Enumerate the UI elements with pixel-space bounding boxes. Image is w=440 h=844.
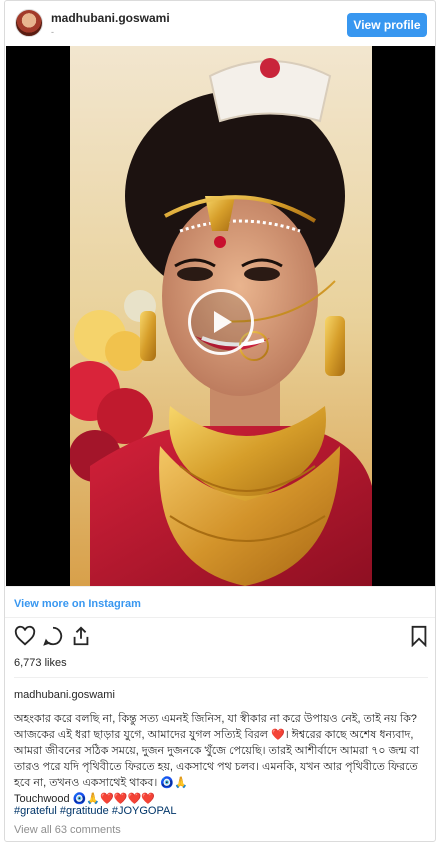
divider bbox=[5, 586, 435, 587]
caption: অহংকার করে বলছি না, কিন্তু সত্য এমনই জিন… bbox=[14, 711, 428, 807]
avatar[interactable] bbox=[15, 9, 43, 37]
post-sublabel: - bbox=[51, 27, 54, 37]
divider bbox=[5, 617, 435, 618]
post-username[interactable]: madhubani.goswami bbox=[51, 11, 170, 25]
play-button[interactable] bbox=[188, 289, 254, 355]
view-more-link[interactable]: View more on Instagram bbox=[14, 598, 141, 610]
caption-text: অহংকার করে বলছি না, কিন্তু সত্য এমনই জিন… bbox=[14, 713, 420, 789]
view-profile-button[interactable]: View profile bbox=[347, 13, 427, 37]
bookmark-icon[interactable] bbox=[408, 625, 430, 647]
post-header: madhubani.goswami - View profile bbox=[5, 1, 435, 46]
video-media[interactable] bbox=[6, 46, 435, 586]
hashtags[interactable]: #grateful #gratitude #JOYGOPAL bbox=[14, 805, 176, 817]
action-bar bbox=[5, 625, 435, 649]
heart-icon[interactable] bbox=[14, 625, 36, 647]
comment-icon[interactable] bbox=[42, 625, 64, 647]
divider bbox=[14, 677, 428, 678]
play-icon bbox=[214, 311, 232, 333]
instagram-embed-card: madhubani.goswami - View profile View mo… bbox=[4, 0, 436, 842]
caption-username[interactable]: madhubani.goswami bbox=[14, 689, 115, 701]
view-comments-link[interactable]: View all 63 comments bbox=[14, 824, 121, 836]
likes-count: 6,773 likes bbox=[14, 657, 67, 669]
share-icon[interactable] bbox=[70, 625, 92, 647]
